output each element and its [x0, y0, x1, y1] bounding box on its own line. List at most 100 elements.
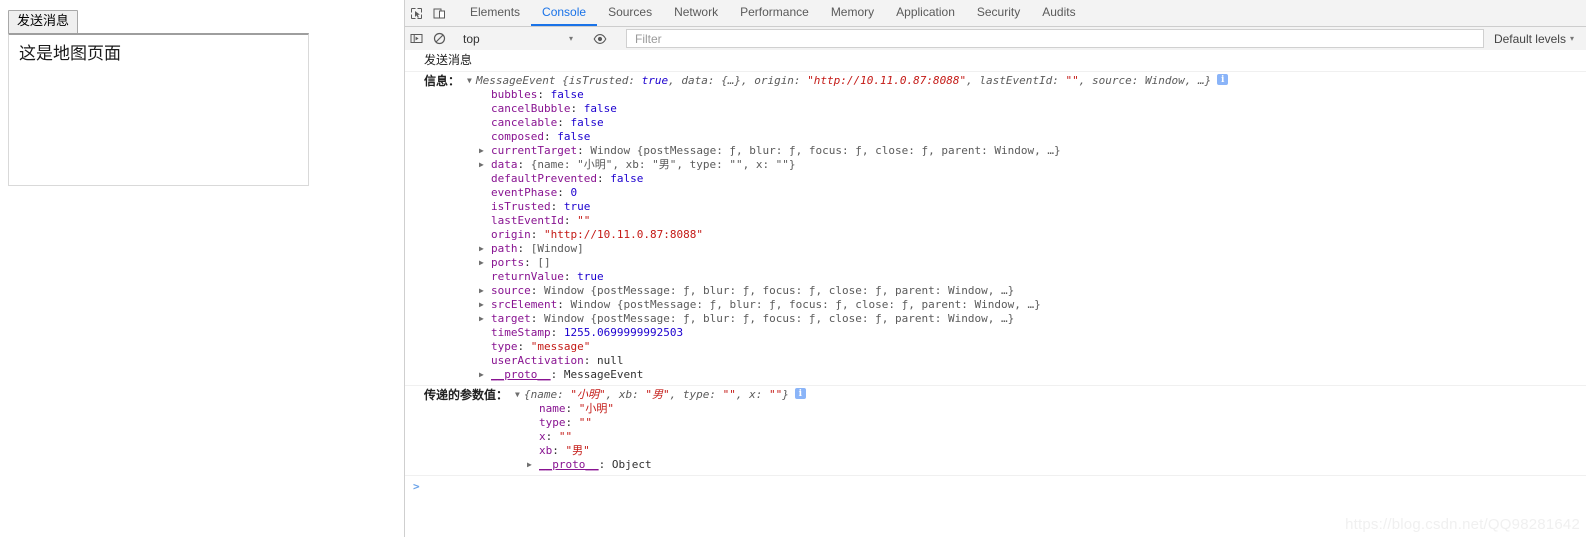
colon: :: [596, 172, 611, 185]
watermark: https://blog.csdn.net/QQ98281642: [1345, 516, 1580, 533]
devtools-tabs: Elements Console Sources Network Perform…: [459, 0, 1087, 26]
tab-security[interactable]: Security: [966, 0, 1031, 26]
devtools-panel: Elements Console Sources Network Perform…: [405, 0, 1586, 537]
console-message-label: 信息：: [424, 74, 461, 88]
property-name: timeStamp: [491, 326, 551, 339]
tab-performance[interactable]: Performance: [729, 0, 820, 26]
expand-triangle-icon[interactable]: [479, 158, 491, 172]
property-row[interactable]: x: "": [527, 430, 806, 444]
preview-token-6: "": [1065, 74, 1079, 87]
property-row[interactable]: type: "": [527, 416, 806, 430]
device-toolbar-icon[interactable]: [428, 0, 451, 26]
property-name: __proto__: [539, 458, 599, 471]
property-value: Window {postMessage: ƒ, blur: ƒ, focus: …: [590, 144, 1061, 157]
send-message-button[interactable]: 发送消息: [8, 10, 79, 34]
property-row[interactable]: isTrusted: true: [479, 200, 1228, 214]
property-row[interactable]: bubbles: false: [479, 88, 1228, 102]
tab-audits[interactable]: Audits: [1031, 0, 1086, 26]
console-message-body: MessageEvent {isTrusted: true, data: {…}…: [460, 73, 1229, 382]
property-row[interactable]: source: Window {postMessage: ƒ, blur: ƒ,…: [479, 284, 1228, 298]
preview-token-5: , x:: [735, 388, 769, 401]
expand-triangle-icon[interactable]: [479, 368, 491, 382]
object-preview-header[interactable]: MessageEvent {isTrusted: true, data: {…}…: [467, 73, 1229, 88]
property-name: __proto__: [491, 368, 551, 381]
property-row[interactable]: cancelable: false: [479, 116, 1228, 130]
property-value: {name: "小明", xb: "男", type: "", x: ""}: [530, 158, 796, 171]
property-row[interactable]: path: [Window]: [479, 242, 1228, 256]
colon: :: [565, 416, 579, 429]
property-row-proto[interactable]: __proto__: Object: [527, 458, 806, 472]
property-name: ports: [491, 256, 525, 269]
property-row[interactable]: target: Window {postMessage: ƒ, blur: ƒ,…: [479, 312, 1228, 326]
tab-network[interactable]: Network: [663, 0, 729, 26]
tab-application[interactable]: Application: [885, 0, 966, 26]
property-name: type: [491, 340, 518, 353]
preview-token-2: {…}: [721, 74, 741, 87]
tab-elements[interactable]: Elements: [459, 0, 531, 26]
log-levels-dropdown[interactable]: Default levels ▾: [1484, 32, 1586, 46]
property-row[interactable]: cancelBubble: false: [479, 102, 1228, 116]
chevron-down-icon-levels: ▾: [1569, 34, 1574, 43]
expand-triangle-icon[interactable]: [479, 256, 491, 270]
console-output[interactable]: 发送消息 信息： MessageEvent {isTrusted: true, …: [405, 50, 1586, 537]
property-row[interactable]: defaultPrevented: false: [479, 172, 1228, 186]
info-icon[interactable]: [1217, 73, 1229, 87]
console-context-selector[interactable]: top ▾: [457, 32, 581, 46]
property-row[interactable]: name: "小明": [527, 402, 806, 416]
expand-triangle-icon[interactable]: [527, 458, 539, 472]
expand-triangle-icon[interactable]: [479, 284, 491, 298]
expand-triangle-icon[interactable]: [479, 298, 491, 312]
property-name: xb: [539, 444, 553, 457]
property-name: x: [539, 430, 546, 443]
colon: :: [563, 270, 578, 283]
property-value: false: [583, 102, 617, 115]
object-properties-2: name: "小明" type: "" x: "" xb: "男" __prot…: [515, 402, 806, 472]
preview-open: {isTrusted:: [555, 74, 642, 87]
tab-console[interactable]: Console: [531, 0, 598, 26]
inspect-element-icon[interactable]: [405, 0, 428, 26]
object-properties: bubbles: false cancelBubble: false cance…: [467, 88, 1228, 382]
property-value: Window {postMessage: ƒ, blur: ƒ, focus: …: [544, 312, 1015, 325]
property-value: "": [578, 416, 593, 429]
tab-memory[interactable]: Memory: [820, 0, 885, 26]
property-row[interactable]: type: "message": [479, 340, 1228, 354]
property-row[interactable]: ports: []: [479, 256, 1228, 270]
expand-triangle-icon[interactable]: [479, 144, 491, 158]
property-name: cancelBubble: [491, 102, 571, 115]
console-message-plain[interactable]: 发送消息: [405, 50, 1586, 72]
live-expression-eye-icon[interactable]: [588, 32, 611, 46]
property-row[interactable]: composed: false: [479, 130, 1228, 144]
console-prompt[interactable]: >: [405, 476, 1586, 494]
info-icon[interactable]: [794, 387, 806, 401]
property-row[interactable]: eventPhase: 0: [479, 186, 1228, 200]
console-message-object[interactable]: 信息： MessageEvent {isTrusted: true, data:…: [405, 72, 1586, 386]
console-filter-bar: top ▾ Filter Default levels ▾: [405, 27, 1586, 51]
property-name: userActivation: [491, 354, 584, 367]
console-context-value: top: [463, 31, 480, 46]
property-row[interactable]: data: {name: "小明", xb: "男", type: "", x:…: [479, 158, 1228, 172]
property-row[interactable]: timeStamp: 1255.0699999992503: [479, 326, 1228, 340]
property-row[interactable]: xb: "男": [527, 444, 806, 458]
property-value: "": [577, 214, 591, 227]
console-message-object-2[interactable]: 传递的参数值： {name: "小明", xb: "男", type: "", …: [405, 386, 1586, 476]
property-row[interactable]: returnValue: true: [479, 270, 1228, 284]
property-row[interactable]: lastEventId: "": [479, 214, 1228, 228]
property-row[interactable]: userActivation: null: [479, 354, 1228, 368]
expand-triangle-icon[interactable]: [515, 388, 524, 402]
expand-triangle-icon[interactable]: [467, 74, 476, 88]
console-filter-input[interactable]: Filter: [626, 29, 1484, 48]
object-preview-header-2[interactable]: {name: "小明", xb: "男", type: "", x: ""}: [515, 387, 806, 402]
property-name: source: [491, 284, 531, 297]
expand-triangle-icon[interactable]: [479, 242, 491, 256]
property-value: Window {postMessage: ƒ, blur: ƒ, focus: …: [544, 284, 1015, 297]
property-row-proto[interactable]: __proto__: MessageEvent: [479, 368, 1228, 382]
expand-triangle-icon[interactable]: [479, 312, 491, 326]
property-row[interactable]: srcElement: Window {postMessage: ƒ, blur…: [479, 298, 1228, 312]
console-sidebar-icon[interactable]: [405, 32, 428, 45]
property-value: []: [537, 256, 551, 269]
tab-sources[interactable]: Sources: [597, 0, 663, 26]
property-row[interactable]: currentTarget: Window {postMessage: ƒ, b…: [479, 144, 1228, 158]
clear-console-icon[interactable]: [428, 32, 451, 45]
property-row[interactable]: origin: "http://10.11.0.87:8088": [479, 228, 1228, 242]
property-value: Window {postMessage: ƒ, blur: ƒ, focus: …: [570, 298, 1041, 311]
